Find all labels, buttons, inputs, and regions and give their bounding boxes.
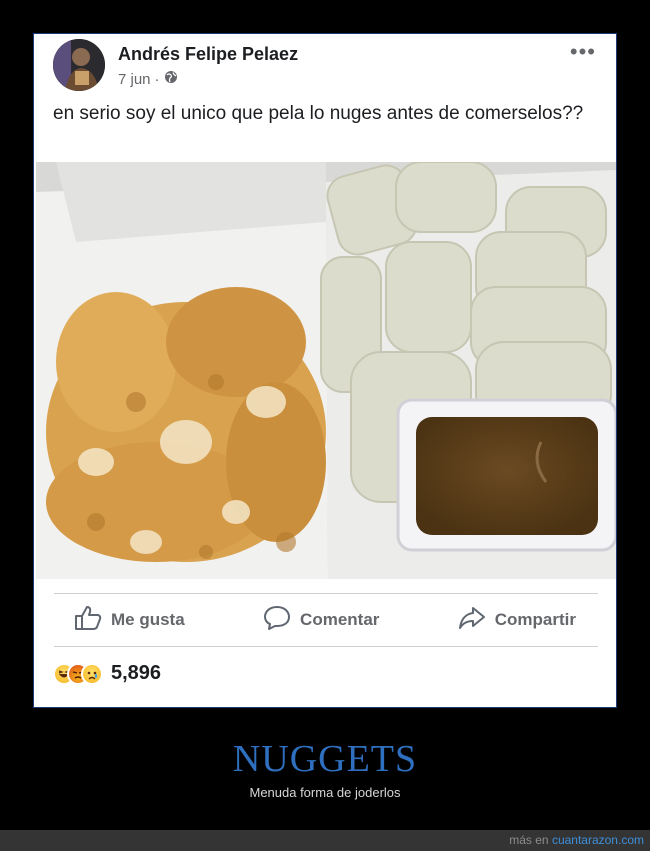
- footer-credit: más en cuantarazon.com: [509, 833, 644, 847]
- post-photo[interactable]: [36, 162, 616, 579]
- post-text: en serio soy el unico que pela lo nuges …: [53, 103, 584, 124]
- footer-bar: más en cuantarazon.com: [0, 830, 650, 851]
- footer-site-link[interactable]: cuantarazon.com: [552, 833, 644, 847]
- facebook-post: Andrés Felipe Pelaez 7 jun · ••• en seri…: [36, 36, 616, 705]
- meta-separator: ·: [154, 70, 160, 88]
- reactions-summary[interactable]: 5,896: [53, 662, 161, 685]
- globe-icon: [164, 70, 178, 88]
- reaction-icons: [53, 662, 103, 685]
- avatar[interactable]: [53, 39, 105, 91]
- post-meta: 7 jun ·: [118, 70, 178, 88]
- footer-prefix: más en: [509, 833, 549, 847]
- comment-label: Comentar: [300, 610, 380, 629]
- comment-icon: [263, 605, 291, 636]
- share-label: Compartir: [494, 610, 576, 629]
- author-name[interactable]: Andrés Felipe Pelaez: [118, 44, 298, 65]
- thumbs-up-icon: [74, 605, 102, 636]
- sad-icon: [81, 662, 103, 685]
- action-bar: Me gusta Comentar Compartir: [54, 593, 598, 647]
- like-label: Me gusta: [111, 610, 185, 629]
- caption-subtitle: Menuda forma de joderlos: [249, 785, 401, 800]
- post-date[interactable]: 7 jun: [118, 71, 151, 88]
- more-options-icon[interactable]: •••: [570, 39, 596, 65]
- post-frame: Andrés Felipe Pelaez 7 jun · ••• en seri…: [33, 33, 617, 708]
- caption-title: NUGGETS: [232, 738, 418, 780]
- comment-button[interactable]: Comentar: [263, 605, 379, 636]
- share-button[interactable]: Compartir: [458, 605, 576, 636]
- reaction-count: 5,896: [111, 662, 162, 684]
- like-button[interactable]: Me gusta: [74, 605, 185, 636]
- share-icon: [458, 605, 486, 636]
